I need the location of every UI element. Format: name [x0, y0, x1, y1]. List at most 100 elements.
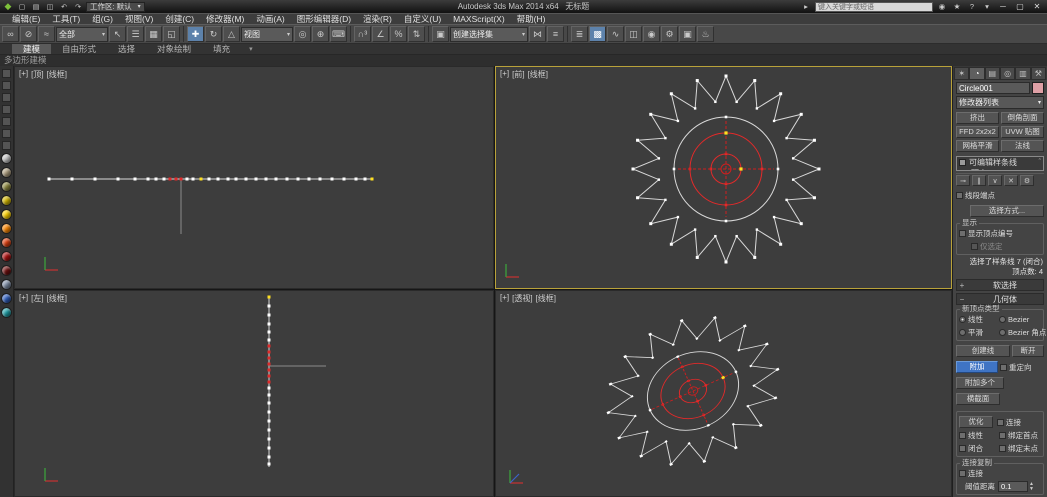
help-icon[interactable]: ? [966, 2, 978, 12]
sphere-icon[interactable] [1, 251, 12, 262]
menu-item-customize[interactable]: 自定义(U) [398, 14, 447, 24]
workspace-dropdown[interactable]: 工作区: 默认 ▾ [86, 1, 145, 12]
attach-mult-button[interactable]: 附加多个 [956, 377, 1004, 389]
menu-item-tools[interactable]: 工具(T) [46, 14, 86, 24]
save-file-icon[interactable]: ◫ [44, 2, 56, 12]
viewport-menu-plus[interactable]: [+] [500, 293, 509, 304]
reorient-checkbox[interactable]: 重定向 [1000, 362, 1032, 373]
connect-copy-checkbox[interactable]: 连接 [959, 468, 1041, 479]
stack-item-vertex[interactable]: 顶点 [957, 168, 1043, 170]
tab-display-icon[interactable]: ▥ [1015, 67, 1031, 80]
named-sets-dropdown[interactable]: 创建选择集 ▾ [450, 26, 528, 42]
viewport-menu-plus[interactable]: [+] [19, 293, 28, 304]
viewport-shading-mode[interactable]: [线框] [47, 69, 67, 80]
radio-smooth[interactable]: 平滑 [959, 327, 997, 338]
menu-item-rendering[interactable]: 渲染(R) [357, 14, 398, 24]
select-and-rotate-icon[interactable]: ↻ [205, 26, 222, 42]
new-file-icon[interactable]: ▢ [16, 2, 28, 12]
viewport-top[interactable]: [+] [顶] [线框] [14, 66, 494, 289]
ribbon-panel-label[interactable]: 多边形建模 [0, 55, 1047, 66]
tab-create-icon[interactable]: ✶ [954, 67, 970, 80]
select-by-name-icon[interactable]: ☰ [127, 26, 144, 42]
viewport-shading-mode[interactable]: [线框] [528, 69, 548, 80]
refine-button[interactable]: 优化 [959, 416, 993, 428]
bind-last-checkbox[interactable]: 绑定末点 [999, 443, 1041, 454]
minimize-button[interactable]: ─ [996, 1, 1010, 12]
menu-item-graph-editors[interactable]: 图形编辑器(D) [291, 14, 357, 24]
radio-bezier-corner[interactable]: Bezier 角点 [999, 327, 1046, 338]
tab-motion-icon[interactable]: ◎ [999, 67, 1016, 80]
viewport-menu-plus[interactable]: [+] [500, 69, 509, 80]
pin-stack-icon[interactable]: ⊸ [956, 175, 970, 186]
bind-to-spacewarp-icon[interactable]: ≈ [38, 26, 55, 42]
sphere-icon[interactable] [1, 181, 12, 192]
menu-item-modifiers[interactable]: 修改器(M) [200, 14, 250, 24]
viewport-canvas-top[interactable] [15, 67, 493, 288]
cross-section-button[interactable]: 横截面 [956, 393, 1000, 405]
render-production-icon[interactable]: ♨ [697, 26, 714, 42]
meshsmooth-button[interactable]: 网格平滑 [956, 140, 999, 152]
viewport-view-name[interactable]: [透视] [512, 293, 532, 304]
dock-tool-icon[interactable] [2, 129, 11, 138]
sign-in-icon[interactable]: ◉ [936, 2, 948, 12]
use-pivot-center-icon[interactable]: ◎ [294, 26, 311, 42]
threshold-spinner[interactable]: 0.1 ▲ ▼ [998, 481, 1034, 492]
ffd-button[interactable]: FFD 2x2x2 [956, 126, 999, 138]
closed-checkbox[interactable]: 闭合 [959, 443, 997, 454]
redo-icon[interactable]: ↷ [72, 2, 84, 12]
viewport-view-name[interactable]: [左] [31, 293, 43, 304]
object-color-swatch[interactable] [1032, 82, 1044, 94]
viewport-perspective[interactable]: [+] [透视] [线框] [495, 290, 952, 497]
viewport-shading-mode[interactable]: [线框] [536, 293, 556, 304]
uvw-map-button[interactable]: UVW 贴图 [1001, 126, 1044, 138]
sphere-icon[interactable] [1, 237, 12, 248]
viewport-menu-plus[interactable]: [+] [19, 69, 28, 80]
menu-item-animation[interactable]: 动画(A) [250, 14, 290, 24]
undo-icon[interactable]: ↶ [58, 2, 70, 12]
sphere-icon[interactable] [1, 307, 12, 318]
dock-tool-icon[interactable] [2, 141, 11, 150]
ribbon-tab-modeling[interactable]: 建模 [12, 44, 52, 54]
schematic-view-icon[interactable]: ◫ [625, 26, 642, 42]
viewport-canvas-left[interactable] [15, 291, 493, 496]
open-file-icon[interactable]: ▤ [30, 2, 42, 12]
linear-checkbox[interactable]: 线性 [959, 430, 997, 441]
ribbon-tab-object-paint[interactable]: 对象绘制 [146, 44, 202, 54]
qualifier-icon[interactable]: ˆ [1039, 159, 1041, 166]
ribbon-tab-freeform[interactable]: 自由形式 [51, 44, 107, 54]
select-and-manipulate-icon[interactable]: ⊕ [312, 26, 329, 42]
align-icon[interactable]: ≡ [547, 26, 564, 42]
rendered-frame-icon[interactable]: ▣ [679, 26, 696, 42]
selection-filter-dropdown[interactable]: 全部 ▾ [56, 26, 108, 42]
gizmo-axis-icon[interactable] [677, 357, 709, 425]
search-input[interactable]: 键入关键字或短语 [815, 1, 933, 12]
viewport-canvas-front[interactable] [496, 67, 951, 288]
material-editor-icon[interactable]: ◉ [643, 26, 660, 42]
normal-button[interactable]: 法线 [1001, 140, 1044, 152]
make-unique-icon[interactable]: ∨ [988, 175, 1002, 186]
keyboard-override-icon[interactable]: ⌨ [330, 26, 347, 42]
viewport-view-name[interactable]: [前] [512, 69, 524, 80]
dock-tool-icon[interactable] [2, 93, 11, 102]
configure-modifier-sets-icon[interactable]: ⚙ [1020, 175, 1034, 186]
break-button[interactable]: 断开 [1012, 345, 1044, 357]
attach-button[interactable]: 附加 [956, 361, 998, 373]
connect-checkbox[interactable]: 连接 [997, 417, 1021, 428]
extrude-button[interactable]: 挤出 [956, 112, 999, 124]
menu-item-views[interactable]: 视图(V) [119, 14, 159, 24]
layer-explorer-icon[interactable]: ≣ [571, 26, 588, 42]
mirror-icon[interactable]: ⋈ [529, 26, 546, 42]
modifier-list-dropdown[interactable]: 修改器列表 ▾ [956, 96, 1044, 109]
remove-modifier-icon[interactable]: ✕ [1004, 175, 1018, 186]
segment-end-checkbox[interactable]: 线段端点 [956, 190, 995, 201]
viewport-canvas-perspective[interactable] [496, 291, 951, 496]
object-name-field[interactable]: Circle001 [956, 82, 1030, 94]
radio-bezier[interactable]: Bezier [999, 314, 1046, 325]
angle-snap-icon[interactable]: ∠ [372, 26, 389, 42]
rollout-soft-selection[interactable]: + 软选择 [956, 279, 1044, 291]
ribbon-tab-selection[interactable]: 选择 [107, 44, 146, 54]
menu-item-maxscript[interactable]: MAXScript(X) [447, 14, 510, 24]
edit-named-sets-icon[interactable]: ▣ [432, 26, 449, 42]
sphere-icon[interactable] [1, 293, 12, 304]
sphere-icon[interactable] [1, 223, 12, 234]
